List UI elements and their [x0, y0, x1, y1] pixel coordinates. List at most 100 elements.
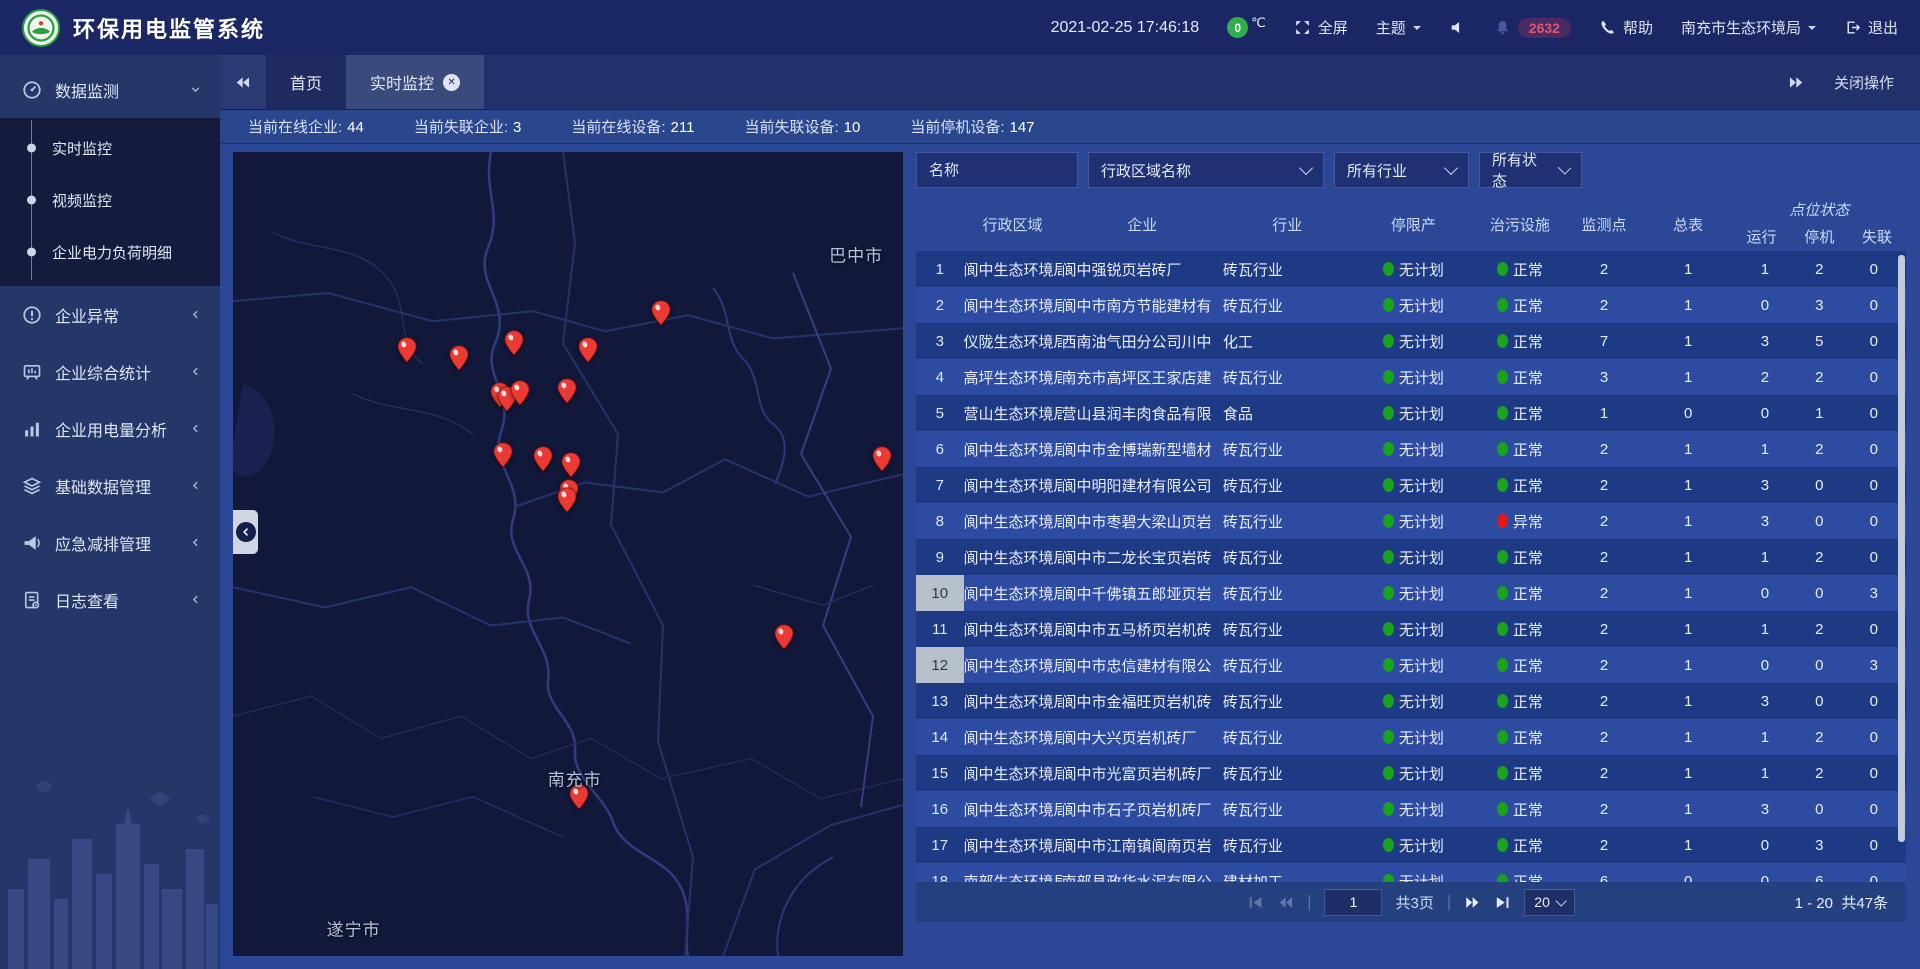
table-row[interactable]: 12阆中生态环境局阆中市忠信建材有限公砖瓦行业无计划正常21003 — [916, 647, 1906, 683]
map-pin-icon[interactable] — [557, 487, 577, 513]
cell-running: 1 — [1733, 755, 1797, 791]
name-search-input[interactable] — [916, 152, 1078, 188]
row-index: 11 — [916, 611, 964, 647]
map-panel[interactable]: 巴中市南充市遂宁市 — [233, 152, 903, 956]
table-row[interactable]: 7阆中生态环境局阆中明阳建材有限公司砖瓦行业无计划正常21300 — [916, 467, 1906, 503]
table-row[interactable]: 11阆中生态环境局阆中市五马桥页岩机砖砖瓦行业无计划正常21120 — [916, 611, 1906, 647]
page-number-input[interactable] — [1325, 889, 1383, 916]
cell-industry: 砖瓦行业 — [1223, 719, 1352, 755]
map-pin-icon[interactable] — [504, 330, 524, 356]
table-row[interactable]: 6阆中生态环境局阆中市金博瑞新型墙材砖瓦行业无计划正常21120 — [916, 431, 1906, 467]
status-dot-icon — [1497, 802, 1508, 816]
cell-facility-status: 正常 — [1475, 647, 1564, 683]
next-page-button[interactable] — [1464, 894, 1481, 911]
table-row[interactable]: 18南部生态环境局南部县政华水泥有限公建材加工无计划正常60060 — [916, 863, 1906, 882]
sidebar-subitem-video-monitor[interactable]: 视频监控 — [0, 174, 220, 226]
first-page-button[interactable] — [1247, 894, 1264, 911]
last-page-button[interactable] — [1494, 894, 1511, 911]
cell-production-status: 无计划 — [1352, 611, 1476, 647]
cell-production-status: 无计划 — [1352, 539, 1476, 575]
table-row[interactable]: 8阆中生态环境局阆中市枣碧大梁山页岩砖瓦行业无计划异常21300 — [916, 503, 1906, 539]
cell-district: 阆中生态环境局 — [964, 287, 1062, 323]
map-pin-icon[interactable] — [533, 446, 553, 472]
row-index: 17 — [916, 827, 964, 863]
cell-offline: 0 — [1842, 863, 1906, 882]
notification-count-badge: 2632 — [1518, 18, 1571, 38]
sidebar-item-data-monitor[interactable]: 数据监测 — [0, 61, 220, 118]
sidebar-item-power-analysis[interactable]: 企业用电量分析 — [0, 400, 220, 457]
cell-running: 0 — [1733, 575, 1797, 611]
sound-toggle[interactable] — [1449, 19, 1466, 36]
tab-realtime[interactable]: 实时监控✕ — [346, 55, 484, 109]
close-operations-button[interactable]: 关闭操作 — [1834, 72, 1894, 93]
cell-running: 0 — [1733, 287, 1797, 323]
sidebar-item-log-view[interactable]: 日志查看 — [0, 571, 220, 628]
status-dot-icon — [1383, 622, 1394, 636]
table-row[interactable]: 10阆中生态环境局阆中千佛镇五郎垭页岩砖瓦行业无计划正常21003 — [916, 575, 1906, 611]
map-city-label: 南充市 — [548, 765, 602, 790]
scrollbar-thumb[interactable] — [1898, 255, 1905, 842]
page-size-select[interactable]: 20 — [1524, 889, 1575, 916]
cell-meters: 1 — [1644, 611, 1733, 647]
sidebar-item-emergency-reduction[interactable]: 应急减排管理 — [0, 514, 220, 571]
map-pin-icon[interactable] — [774, 624, 794, 650]
temperature-unit: ℃ — [1251, 15, 1266, 31]
fullscreen-button[interactable]: 全屏 — [1294, 17, 1348, 38]
table-row[interactable]: 4高坪生态环境局南充市高坪区王家店建砖瓦行业无计划正常31220 — [916, 359, 1906, 395]
map-pin-icon[interactable] — [449, 345, 469, 371]
logout-button[interactable]: 退出 — [1844, 17, 1898, 38]
table-row[interactable]: 9阆中生态环境局阆中市二龙长宝页岩砖砖瓦行业无计划正常21120 — [916, 539, 1906, 575]
previous-page-button[interactable] — [1277, 894, 1294, 911]
map-pin-icon[interactable] — [397, 337, 417, 363]
cell-stopped: 2 — [1797, 359, 1842, 395]
map-pin-icon[interactable] — [872, 446, 892, 472]
status-dot-icon — [1383, 730, 1394, 744]
close-icon[interactable]: ✕ — [443, 74, 460, 91]
table-row[interactable]: 3仪陇生态环境局西南油气田分公司川中化工无计划正常71350 — [916, 323, 1906, 359]
row-index: 1 — [916, 251, 964, 287]
sidebar-subitem-realtime-monitor[interactable]: 实时监控 — [0, 122, 220, 174]
cell-meters: 1 — [1644, 575, 1733, 611]
table-row[interactable]: 2阆中生态环境局阆中市南方节能建材有砖瓦行业无计划正常21030 — [916, 287, 1906, 323]
map-collapse-handle[interactable] — [233, 510, 258, 554]
map-pin-icon[interactable] — [510, 380, 530, 406]
chevron-down-icon — [189, 83, 202, 96]
map-pin-icon[interactable] — [493, 442, 513, 468]
cell-offline: 0 — [1842, 395, 1906, 431]
table-row[interactable]: 13阆中生态环境局阆中市金福旺页岩机砖砖瓦行业无计划正常21300 — [916, 683, 1906, 719]
industry-select[interactable]: 所有行业 — [1334, 152, 1469, 188]
sidebar-item-base-data[interactable]: 基础数据管理 — [0, 457, 220, 514]
table-row[interactable]: 15阆中生态环境局阆中市光富页岩机砖厂砖瓦行业无计划正常21120 — [916, 755, 1906, 791]
table-row[interactable]: 14阆中生态环境局阆中大兴页岩机砖厂砖瓦行业无计划正常21120 — [916, 719, 1906, 755]
skyline-decoration — [0, 769, 220, 969]
table-row[interactable]: 17阆中生态环境局阆中市江南镇阆南页岩砖瓦行业无计划正常21030 — [916, 827, 1906, 863]
table-row[interactable]: 16阆中生态环境局阆中市石子页岩机砖厂砖瓦行业无计划正常21300 — [916, 791, 1906, 827]
help-button[interactable]: 帮助 — [1599, 17, 1653, 38]
cell-running: 0 — [1733, 863, 1797, 882]
sidebar-subitem-power-load-detail[interactable]: 企业电力负荷明细 — [0, 226, 220, 278]
sidebar-item-enterprise-statistics[interactable]: 企业综合统计 — [0, 343, 220, 400]
status-dot-icon — [1383, 874, 1394, 882]
status-dot-icon — [1497, 838, 1508, 852]
map-pin-icon[interactable] — [578, 337, 598, 363]
status-dot-icon — [1497, 442, 1508, 456]
cell-facility-status: 正常 — [1475, 611, 1564, 647]
status-select[interactable]: 所有状态 — [1479, 152, 1582, 188]
theme-menu[interactable]: 主题 — [1376, 17, 1421, 38]
map-pin-icon[interactable] — [561, 452, 581, 478]
chevron-left-icon — [189, 536, 202, 549]
org-menu[interactable]: 南充市生态环境局 — [1681, 17, 1816, 38]
notifications-button[interactable]: 2632 — [1494, 18, 1571, 38]
cell-offline: 0 — [1842, 719, 1906, 755]
map-pin-icon[interactable] — [651, 300, 671, 326]
tab-home[interactable]: 首页 — [266, 55, 346, 109]
tabs-scroll-left-button[interactable] — [220, 55, 266, 109]
region-select[interactable]: 行政区域名称 — [1088, 152, 1324, 188]
table-row[interactable]: 1阆中生态环境局阆中强锐页岩砖厂砖瓦行业无计划正常21120 — [916, 251, 1906, 287]
sidebar-item-enterprise-abnormal[interactable]: 企业异常 — [0, 286, 220, 343]
tabs-scroll-right-button[interactable] — [1787, 74, 1804, 91]
stat-label: 当前失联企业: — [414, 119, 508, 136]
cell-company: 阆中明阳建材有限公司 — [1062, 467, 1223, 503]
table-row[interactable]: 5营山生态环境局营山县润丰肉食品有限食品无计划正常10010 — [916, 395, 1906, 431]
map-pin-icon[interactable] — [557, 378, 577, 404]
